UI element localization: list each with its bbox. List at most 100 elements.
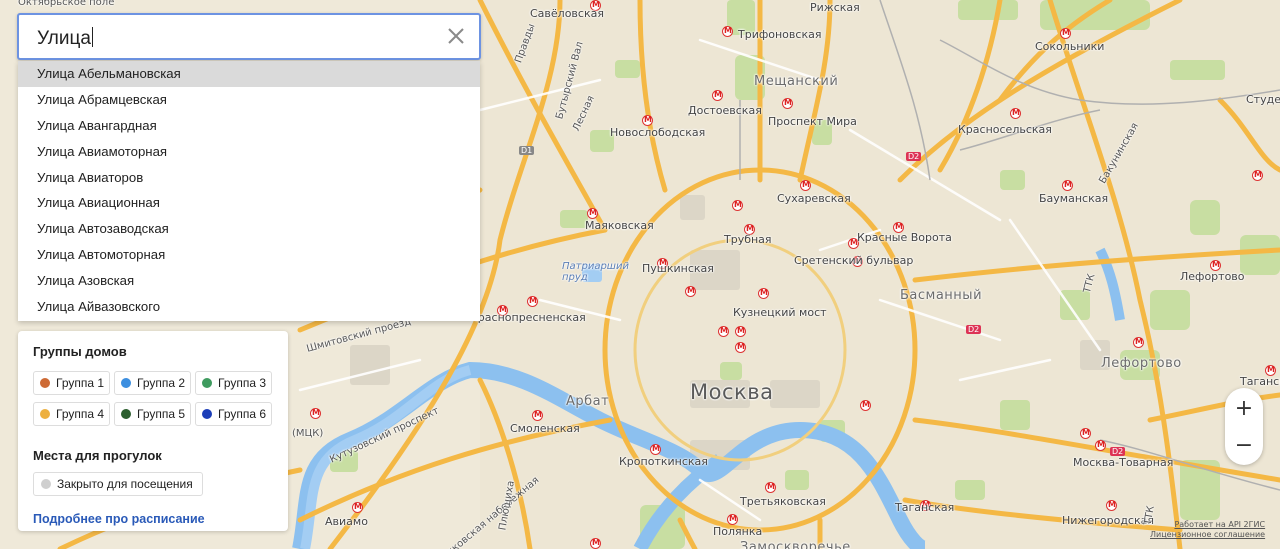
group-chip[interactable]: Группа 5 [114,402,191,426]
attribution-license[interactable]: Лицензионное соглашение [1150,530,1265,540]
city-label: Москва [690,380,774,404]
metro-icon [650,444,661,455]
legend-walk-title: Места для прогулок [33,448,162,463]
metro-icon [860,400,871,411]
close-icon [448,28,464,44]
group-label: Группа 5 [137,407,186,421]
metro-icon [712,90,723,101]
group-label: Группа 2 [137,376,186,390]
map-label: Замоскворечье [740,540,851,549]
map-label: Трифоновская [738,28,822,41]
attribution: Работает на API 2ГИС Лицензионное соглаш… [1150,520,1265,540]
map-label: Красные Ворота [857,231,952,244]
map-label: Октябрьское поле [18,0,115,8]
search-box[interactable]: Улица [17,13,481,60]
map-label: Бауманская [1039,192,1109,205]
route-badge: D2 [906,152,922,161]
map-label: Красносельская [958,123,1052,136]
group-chip[interactable]: Группа 6 [195,402,272,426]
metro-icon [590,538,601,549]
metro-icon [758,288,769,299]
suggestion-item[interactable]: Улица Авиамоторная [18,139,480,165]
zoom-out-button[interactable]: − [1225,426,1263,464]
metro-icon [727,514,738,525]
map-label: Пушкинская [642,262,714,275]
metro-icon [1252,170,1263,181]
map-label: Краснопресненская [470,311,586,324]
metro-icon [1010,108,1021,119]
legend-groups-title: Группы домов [33,344,127,359]
metro-icon [800,180,811,191]
map-label: Трубная [724,233,772,246]
legend-panel: Группы домов Группа 1 Группа 2 Группа 3 Гру… [18,331,288,531]
metro-icon [527,296,538,307]
suggestion-item[interactable]: Улица Азовская [18,268,480,294]
suggestions-list: Улица Абельмановская Улица Абрамцевская Ул… [18,61,480,321]
map-label: Достоевская [688,104,762,117]
route-badge: D1 [519,146,535,155]
metro-icon [352,502,363,513]
map-label: Проспект Мира [768,115,857,128]
suggestion-item[interactable]: Улица Авиационная [18,190,480,216]
group-chip[interactable]: Группа 2 [114,371,191,395]
zoom-control: + − [1225,388,1263,465]
suggestion-item[interactable]: Улица Абельмановская [18,61,480,87]
clear-search-button[interactable] [445,25,467,47]
closed-chip[interactable]: Закрыто для посещения [33,472,203,496]
map-label: (МЦК) [292,428,324,439]
metro-icon [1106,500,1117,511]
map-label: Студенческая [1246,93,1280,106]
metro-icon [1062,180,1073,191]
metro-icon [735,342,746,353]
zoom-in-button[interactable]: + [1225,389,1263,427]
metro-icon [1060,28,1071,39]
attribution-api[interactable]: Работает на API 2ГИС [1150,520,1265,530]
suggestion-item[interactable]: Улица Автомоторная [18,242,480,268]
map-label: Третьяковская [740,495,826,508]
metro-icon [685,286,696,297]
map-label: Басманный [900,288,983,303]
suggestion-item[interactable]: Улица Авиаторов [18,165,480,191]
metro-icon [310,408,321,419]
map-label: Патриарший пруд [562,261,629,283]
metro-icon [1080,428,1091,439]
suggestion-item[interactable]: Улица Автозаводская [18,216,480,242]
search-input[interactable]: Улица [37,27,93,50]
map-label: Новослободская [610,126,706,139]
map-label: Москва-Товарная [1073,456,1174,469]
group-dot-icon [202,378,212,388]
map-label: Рижская [810,1,860,14]
metro-icon [718,326,729,337]
metro-icon [1095,440,1106,451]
metro-icon [642,115,653,126]
metro-icon [735,326,746,337]
map-label: Сретенский бульвар [794,254,914,267]
map-label: Таганская [1240,375,1280,388]
group-dot-icon [40,378,50,388]
group-chip[interactable]: Группа 4 [33,402,110,426]
map-label: Мещанский [754,74,839,89]
map-label: Нижегородская [1062,514,1154,527]
group-grid: Группа 1 Группа 2 Группа 3 Группа 4 Группа 5… [33,371,273,426]
group-label: Группа 1 [56,376,105,390]
suggestion-item[interactable]: Улица Айвазовского [18,294,480,320]
group-label: Группа 6 [218,407,267,421]
map-label: Лефортово [1180,270,1245,283]
group-label: Группа 4 [56,407,105,421]
map-label: Кузнецкий мост [733,306,827,319]
closed-dot-icon [41,479,51,489]
metro-icon [722,26,733,37]
suggestion-item[interactable]: Улица Абрамцевская [18,87,480,113]
map-label: Лефортово [1101,356,1182,371]
group-dot-icon [202,409,212,419]
group-chip[interactable]: Группа 1 [33,371,110,395]
group-dot-icon [121,409,131,419]
map-label: Авиамо [325,515,368,528]
schedule-link[interactable]: Подробнее про расписание [33,512,273,526]
group-chip[interactable]: Группа 3 [195,371,272,395]
metro-icon [765,482,776,493]
route-badge: D2 [966,325,982,334]
metro-icon [782,98,793,109]
suggestion-item[interactable]: Улица Авангардная [18,113,480,139]
metro-icon [587,208,598,219]
